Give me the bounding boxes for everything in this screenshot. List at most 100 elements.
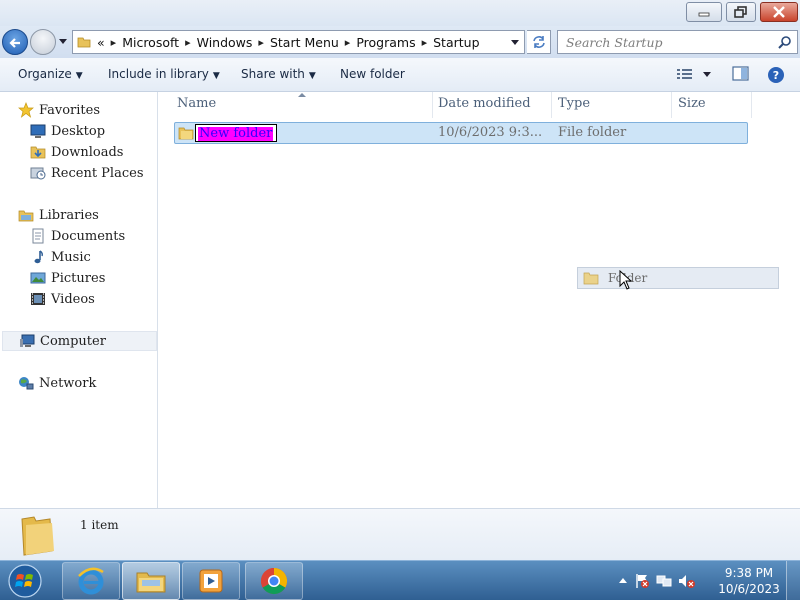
taskbar-file-explorer[interactable] xyxy=(122,562,180,600)
back-arrow-icon xyxy=(9,38,20,48)
action-center-flag-icon[interactable] xyxy=(634,573,650,589)
column-header-size[interactable]: Size xyxy=(678,96,706,111)
videos-icon xyxy=(31,293,45,305)
taskbar-chrome[interactable] xyxy=(245,562,303,600)
help-icon[interactable]: ? xyxy=(767,66,785,84)
navigation-pane: Favorites Desktop Downloads Recent Place… xyxy=(0,92,158,508)
refresh-icon xyxy=(532,36,545,48)
title-bar xyxy=(0,0,800,26)
taskbar-media-player[interactable] xyxy=(182,562,240,600)
minimize-button[interactable] xyxy=(686,2,722,22)
folder-icon xyxy=(178,127,194,140)
recent-pages-dropdown-icon[interactable] xyxy=(58,38,68,46)
show-desktop-button[interactable] xyxy=(786,561,800,600)
nav-libraries-label: Libraries xyxy=(39,207,99,223)
column-header-date-modified[interactable]: Date modified xyxy=(438,96,531,111)
taskbar-internet-explorer[interactable] xyxy=(62,562,120,600)
rename-selected-text[interactable]: New folder xyxy=(198,127,274,141)
column-header-type[interactable]: Type xyxy=(558,96,590,111)
column-divider[interactable] xyxy=(432,92,433,118)
breadcrumb-separator-icon[interactable]: ▸ xyxy=(345,36,351,49)
new-folder-button[interactable]: New folder xyxy=(340,67,405,81)
refresh-button[interactable] xyxy=(527,30,551,54)
folder-large-icon xyxy=(21,516,54,556)
address-row: « ▸ Microsoft ▸ Windows ▸ Start Menu ▸ P… xyxy=(0,26,800,58)
search-input[interactable] xyxy=(558,31,768,53)
computer-icon xyxy=(20,334,35,347)
file-row-new-folder[interactable]: New folder 10/6/2023 9:3... File folder xyxy=(174,122,748,144)
taskbar-clock[interactable]: 9:38 PM 10/6/2023 xyxy=(718,565,780,597)
organize-label: Organize xyxy=(18,67,72,81)
file-type: File folder xyxy=(558,125,627,140)
forward-button[interactable] xyxy=(30,29,56,55)
column-divider[interactable] xyxy=(751,92,752,118)
file-date-modified: 10/6/2023 9:3... xyxy=(438,125,543,140)
nav-libraries[interactable]: Libraries xyxy=(18,205,174,225)
restore-button[interactable] xyxy=(726,2,756,22)
chevron-down-icon: ▼ xyxy=(212,71,220,81)
windows-start-icon[interactable] xyxy=(6,563,44,599)
file-list-pane[interactable]: Name Date modified Type Size New folder … xyxy=(159,92,800,508)
nav-music-label: Music xyxy=(51,249,91,265)
breadcrumb-overflow[interactable]: « xyxy=(97,35,105,50)
column-header-name[interactable]: Name xyxy=(177,96,216,111)
address-bar[interactable]: « ▸ Microsoft ▸ Windows ▸ Start Menu ▸ P… xyxy=(72,30,525,54)
nav-favorites[interactable]: Favorites xyxy=(18,100,174,120)
internet-explorer-icon xyxy=(78,567,104,595)
recent-places-icon xyxy=(30,167,46,180)
preview-pane-icon[interactable] xyxy=(732,66,750,82)
breadcrumb-microsoft[interactable]: Microsoft xyxy=(122,35,179,50)
mouse-cursor-icon xyxy=(619,270,633,290)
restore-icon xyxy=(734,6,747,18)
share-with-menu[interactable]: Share with ▼ xyxy=(241,67,316,81)
file-explorer-icon xyxy=(136,572,166,593)
nav-network[interactable]: Network xyxy=(18,373,174,393)
organize-menu[interactable]: Organize ▼ xyxy=(18,67,83,81)
breadcrumb-start-menu[interactable]: Start Menu xyxy=(270,35,339,50)
column-divider[interactable] xyxy=(551,92,552,118)
chevron-down-icon: ▼ xyxy=(75,71,83,81)
show-hidden-icons-icon[interactable] xyxy=(618,576,628,586)
breadcrumb-windows[interactable]: Windows xyxy=(197,35,253,50)
breadcrumb-separator-icon[interactable]: ▸ xyxy=(422,36,428,49)
rename-textbox[interactable]: New folder xyxy=(195,124,277,142)
change-view-icon[interactable] xyxy=(676,66,694,82)
column-divider[interactable] xyxy=(671,92,672,118)
nav-computer[interactable]: Computer xyxy=(2,331,157,351)
downloads-folder-icon xyxy=(30,146,46,159)
close-button[interactable] xyxy=(760,2,798,22)
media-player-icon xyxy=(199,569,223,593)
breadcrumb-programs[interactable]: Programs xyxy=(356,35,415,50)
nav-network-label: Network xyxy=(39,375,97,391)
nav-computer-label: Computer xyxy=(40,333,106,349)
nav-downloads-label: Downloads xyxy=(51,144,124,160)
nav-pictures-label: Pictures xyxy=(51,270,106,286)
network-status-icon[interactable] xyxy=(656,573,672,589)
nav-videos-label: Videos xyxy=(51,291,95,307)
libraries-icon xyxy=(18,210,34,222)
close-icon xyxy=(773,6,785,18)
view-options-dropdown-icon[interactable] xyxy=(702,71,712,79)
folder-icon xyxy=(583,272,599,285)
command-bar: Organize ▼ Include in library ▼ Share with… xyxy=(0,58,800,92)
search-icon[interactable] xyxy=(778,35,792,49)
drag-preview: Folder xyxy=(577,267,779,289)
include-in-library-label: Include in library xyxy=(108,67,209,81)
search-box[interactable] xyxy=(557,30,798,54)
taskbar: 9:38 PM 10/6/2023 xyxy=(0,560,800,600)
back-button[interactable] xyxy=(2,29,28,55)
documents-icon xyxy=(32,228,44,244)
new-folder-label: New folder xyxy=(340,67,405,81)
nav-desktop-label: Desktop xyxy=(51,123,106,139)
network-icon xyxy=(19,377,34,390)
volume-muted-icon[interactable] xyxy=(678,573,696,589)
breadcrumb-startup[interactable]: Startup xyxy=(433,35,479,50)
chrome-icon xyxy=(260,567,288,595)
clock-time: 9:38 PM xyxy=(724,566,774,580)
breadcrumb-separator-icon[interactable]: ▸ xyxy=(258,36,264,49)
share-with-label: Share with xyxy=(241,67,305,81)
desktop-icon xyxy=(30,124,46,138)
include-in-library-menu[interactable]: Include in library ▼ xyxy=(108,67,220,81)
breadcrumb-separator-icon[interactable]: ▸ xyxy=(185,36,191,49)
address-history-dropdown-icon[interactable] xyxy=(510,39,520,47)
